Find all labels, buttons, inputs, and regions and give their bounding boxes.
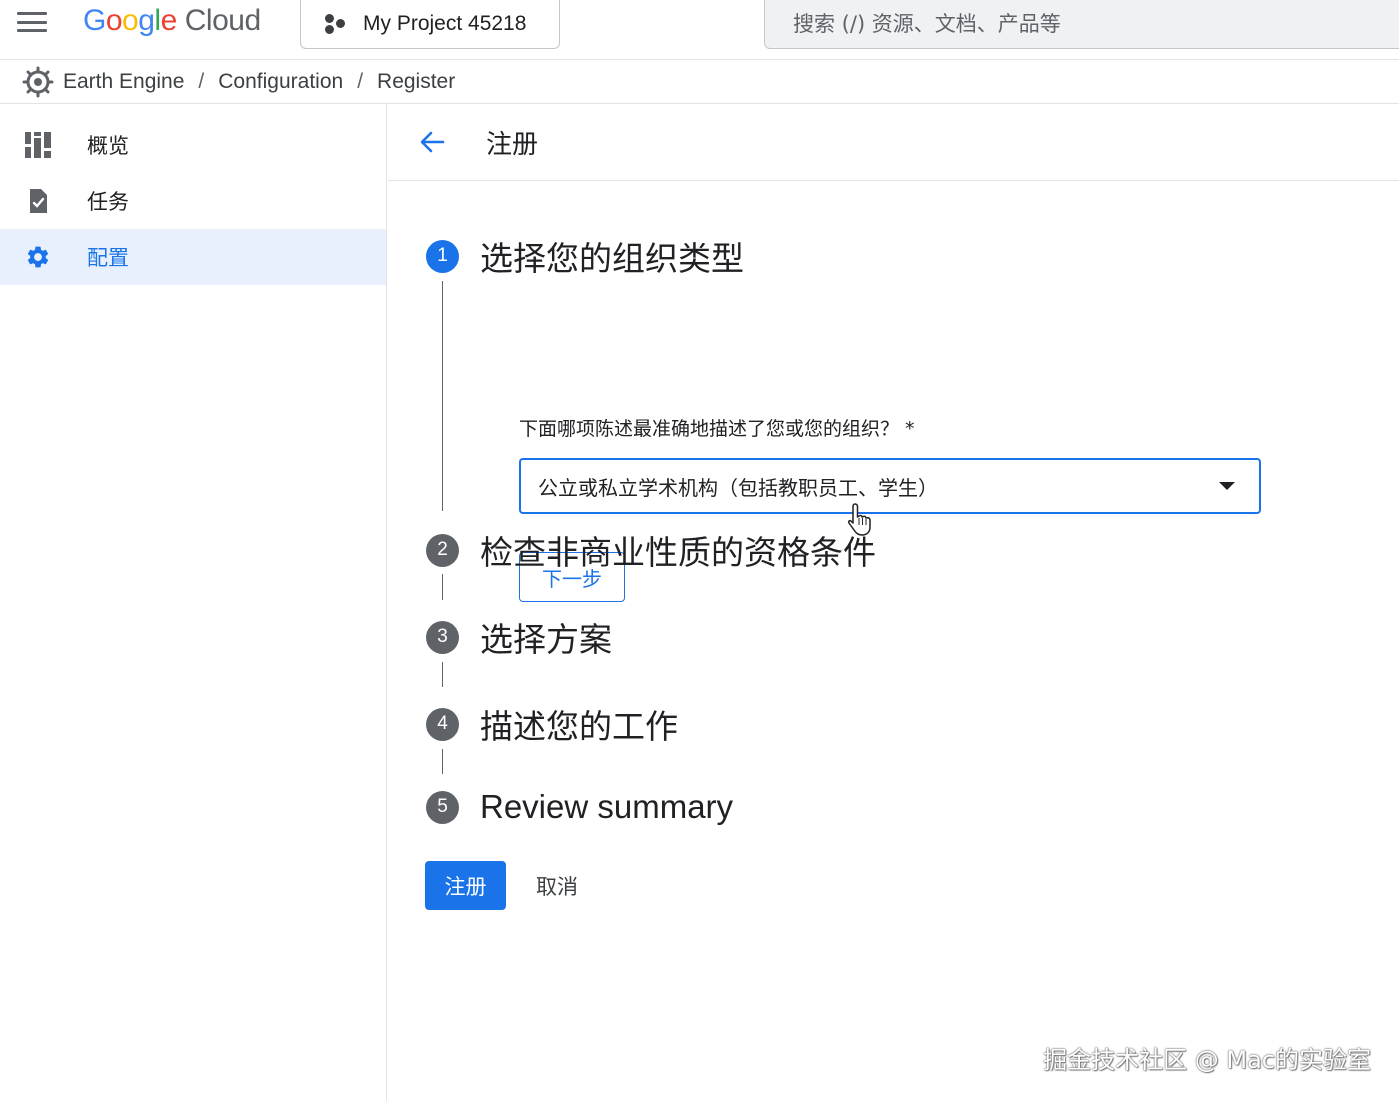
step-title: 检查非商业性质的资格条件 bbox=[480, 533, 876, 572]
org-type-selected-value: 公立或私立学术机构（包括教职员工、学生） bbox=[538, 475, 938, 500]
menu-icon[interactable] bbox=[16, 10, 48, 34]
project-picker-button[interactable]: My Project 45218 bbox=[300, 0, 560, 49]
google-cloud-logo[interactable]: Google Cloud bbox=[83, 2, 261, 40]
breadcrumb-configuration[interactable]: Configuration bbox=[218, 70, 343, 94]
arrow-back-icon[interactable] bbox=[416, 126, 448, 158]
page-title: 注册 bbox=[486, 129, 539, 160]
step-number: 1 bbox=[426, 239, 459, 273]
earth-engine-icon bbox=[22, 66, 54, 97]
step-number: 4 bbox=[426, 707, 459, 741]
step-number: 2 bbox=[426, 533, 459, 567]
dropdown-arrow-icon bbox=[1219, 482, 1235, 490]
step-title: 选择方案 bbox=[480, 620, 612, 659]
watermark: 掘金技术社区 @ Mac的实验室 bbox=[1043, 1046, 1371, 1074]
sidebar-item-tasks[interactable]: 任务 bbox=[0, 173, 386, 229]
sidebar-item-label: 概览 bbox=[87, 134, 129, 158]
search-input[interactable] bbox=[793, 11, 1353, 36]
step-2[interactable]: 2 检查非商业性质的资格条件 bbox=[426, 526, 876, 574]
breadcrumb-separator: / bbox=[198, 69, 205, 93]
step-5[interactable]: 5 Review summary bbox=[426, 788, 733, 826]
step-4[interactable]: 4 描述您的工作 bbox=[426, 700, 678, 748]
dashboard-icon bbox=[24, 131, 52, 159]
step-title: Review summary bbox=[480, 788, 734, 825]
sidebar-item-overview[interactable]: 概览 bbox=[0, 117, 386, 173]
hand-pointer-icon bbox=[847, 503, 871, 536]
step-number: 5 bbox=[426, 790, 459, 824]
breadcrumb-register: Register bbox=[377, 69, 456, 93]
sidebar-item-configuration[interactable]: 配置 bbox=[0, 229, 386, 285]
project-icon bbox=[323, 12, 347, 36]
step-number: 3 bbox=[426, 620, 459, 654]
sidebar: 概览 任务 配置 bbox=[0, 104, 387, 1101]
step-title: 选择您的组织类型 bbox=[480, 239, 744, 278]
page-header: 注册 bbox=[388, 104, 1399, 181]
step-connector bbox=[442, 662, 443, 687]
breadcrumb: Earth Engine / Configuration / Register bbox=[0, 60, 1399, 104]
main-content: 注册 1 选择您的组织类型 下面哪项陈述最准确地描述了您或您的组织？ * 公立或… bbox=[388, 104, 1399, 1101]
task-icon bbox=[24, 187, 52, 215]
step-1[interactable]: 1 选择您的组织类型 bbox=[426, 232, 744, 280]
form-actions: 注册 取消 bbox=[425, 861, 578, 910]
search-bar[interactable] bbox=[764, 0, 1399, 49]
cancel-button[interactable]: 取消 bbox=[536, 871, 578, 901]
step-connector bbox=[442, 749, 443, 774]
org-type-question: 下面哪项陈述最准确地描述了您或您的组织？ * bbox=[519, 418, 915, 440]
gear-icon bbox=[24, 243, 52, 271]
breadcrumb-earth-engine[interactable]: Earth Engine bbox=[63, 70, 184, 94]
step-3[interactable]: 3 选择方案 bbox=[426, 613, 612, 661]
sidebar-item-label: 配置 bbox=[87, 246, 129, 270]
step-connector bbox=[442, 281, 443, 511]
org-type-select[interactable]: 公立或私立学术机构（包括教职员工、学生） bbox=[519, 458, 1261, 514]
project-label: My Project 45218 bbox=[363, 11, 527, 35]
register-button[interactable]: 注册 bbox=[425, 861, 506, 910]
sidebar-item-label: 任务 bbox=[87, 190, 129, 214]
breadcrumb-separator: / bbox=[357, 69, 364, 93]
top-bar: Google Cloud My Project 45218 bbox=[0, 0, 1399, 60]
step-title: 描述您的工作 bbox=[480, 707, 678, 746]
step-connector bbox=[442, 574, 443, 600]
